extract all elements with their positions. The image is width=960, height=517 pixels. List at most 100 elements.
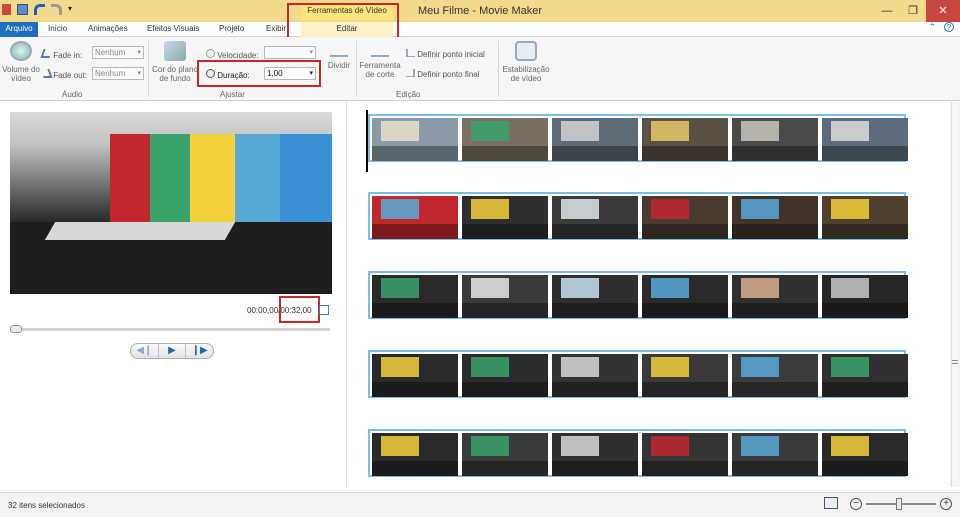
fade-out-select[interactable]: Nenhum ▾ [92,67,144,80]
zoom-in-button[interactable]: + [940,498,952,510]
clip-scene [830,199,870,219]
video-clip-thumbnail[interactable] [642,118,728,161]
video-clip-thumbnail[interactable] [372,354,458,397]
video-clip-thumbnail[interactable] [732,118,818,161]
end-point-icon [406,69,415,77]
video-clip-thumbnail[interactable] [822,275,908,318]
video-clip-thumbnail[interactable] [642,196,728,239]
window-title: Meu Filme - Movie Maker [417,5,543,17]
clip-scene [830,436,870,456]
speed-control: Velocidade: [206,49,259,60]
storyboard-row-4[interactable] [368,350,908,398]
clip-scene [740,121,780,141]
video-stabilization-button[interactable]: Estabilização de vídeo [500,41,552,83]
zoom-out-button[interactable]: − [850,498,862,510]
play-button[interactable]: ▶ [157,344,187,358]
scrollbar-thumb[interactable] [951,102,959,487]
fullscreen-icon[interactable] [319,305,329,315]
seek-bar[interactable] [10,325,330,333]
tab-arquivo[interactable]: Arquivo [0,22,38,37]
video-volume-button[interactable]: Volume do vídeo [2,41,40,83]
video-clip-thumbnail[interactable] [552,275,638,318]
minimize-ribbon-icon[interactable]: ⌃ [928,22,936,33]
storyboard-row-2[interactable] [368,192,908,240]
clip-scene [732,145,818,161]
fade-in-select[interactable]: Nenhum ▾ [92,46,144,59]
zoom-slider-thumb[interactable] [896,498,902,510]
playhead-cursor[interactable] [366,110,368,172]
clip-scene [642,302,728,318]
trim-icon [371,41,389,57]
help-icon[interactable]: ? [944,22,954,32]
split-button[interactable]: Dividir [322,41,356,70]
storyboard-row-5[interactable] [368,429,908,477]
tab-efeitos-visuais[interactable]: Efeitos Visuais [141,22,205,37]
fade-out-icon [40,69,53,78]
video-clip-thumbnail[interactable] [552,196,638,239]
video-clip-thumbnail[interactable] [642,354,728,397]
video-clip-thumbnail[interactable] [642,275,728,318]
video-clip-thumbnail[interactable] [732,354,818,397]
next-frame-button[interactable]: ❙▶ [186,344,213,358]
video-clip-thumbnail[interactable] [372,196,458,239]
fade-in-icon [40,49,53,58]
clip-scene [732,460,818,476]
stabilization-icon [515,41,537,61]
vertical-scrollbar[interactable] [950,102,960,487]
video-clip-thumbnail[interactable] [822,354,908,397]
chevron-down-icon: ▾ [137,70,141,77]
video-clip-thumbnail[interactable] [822,118,908,161]
clip-scene [642,381,728,397]
clip-scene [822,223,908,239]
video-clip-thumbnail[interactable] [462,118,548,161]
clip-scene [642,460,728,476]
storyboard-row-3[interactable] [368,271,908,319]
video-clip-thumbnail[interactable] [732,275,818,318]
storyboard-row-1[interactable] [368,114,908,162]
video-preview[interactable] [10,112,332,294]
video-clip-thumbnail[interactable] [642,433,728,476]
start-point-icon [406,49,415,57]
clip-scene [650,436,690,456]
video-clip-thumbnail[interactable] [552,354,638,397]
clip-scene [380,121,420,141]
video-clip-thumbnail[interactable] [372,118,458,161]
maximize-button[interactable]: ❐ [900,0,926,22]
video-clip-thumbnail[interactable] [462,275,548,318]
tab-inicio[interactable]: Início [42,22,73,37]
clip-scene [552,460,638,476]
video-clip-thumbnail[interactable] [552,433,638,476]
previous-frame-button[interactable]: ◀❙ [131,344,158,358]
storyboard [356,102,950,487]
close-button[interactable]: ✕ [926,0,960,22]
clip-scene [462,460,548,476]
video-clip-thumbnail[interactable] [732,196,818,239]
tab-animacoes[interactable]: Animações [82,22,134,37]
video-clip-thumbnail[interactable] [462,196,548,239]
video-clip-thumbnail[interactable] [462,433,548,476]
clip-scene [372,223,458,239]
speed-select[interactable]: ▾ [264,46,316,59]
minimize-button[interactable]: — [874,0,900,22]
background-color-button[interactable]: Cor do plano de fundo [150,41,200,83]
seek-thumb[interactable] [10,325,22,333]
set-end-point-button[interactable]: Definir ponto final [406,69,480,79]
clip-scene [560,278,600,298]
volume-icon [10,41,32,61]
zoom-slider[interactable] [866,498,936,510]
tab-projeto[interactable]: Projeto [213,22,250,37]
video-clip-thumbnail[interactable] [462,354,548,397]
clip-scene [740,436,780,456]
video-clip-thumbnail[interactable] [372,433,458,476]
video-clip-thumbnail[interactable] [822,196,908,239]
thumbnail-size-icon[interactable] [824,497,838,509]
video-clip-thumbnail[interactable] [552,118,638,161]
set-start-point-button[interactable]: Definir ponto inicial [406,49,485,59]
video-clip-thumbnail[interactable] [822,433,908,476]
video-clip-thumbnail[interactable] [732,433,818,476]
clip-scene [650,121,690,141]
video-clip-thumbnail[interactable] [372,275,458,318]
trim-tool-button[interactable]: Ferramenta de corte [358,41,402,79]
chevron-down-icon: ▾ [309,49,313,56]
clip-scene [470,199,510,219]
